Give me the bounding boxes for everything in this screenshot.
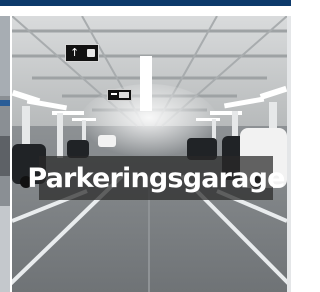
previous-card-edge[interactable] <box>0 16 10 292</box>
card-label: Parkeringsgarage <box>27 162 285 194</box>
arrow-up-icon: ↑ <box>70 46 80 59</box>
exit-sign-icon <box>107 89 132 101</box>
parking-garage-card[interactable]: ↑ Parkeringsgarage <box>12 16 287 292</box>
car-icon <box>87 49 95 57</box>
direction-sign: ↑ <box>65 44 99 62</box>
next-card-edge <box>287 16 291 292</box>
header-bar <box>0 0 291 6</box>
card-label-banner: Parkeringsgarage <box>27 156 285 200</box>
parking-garage-image <box>12 16 287 292</box>
